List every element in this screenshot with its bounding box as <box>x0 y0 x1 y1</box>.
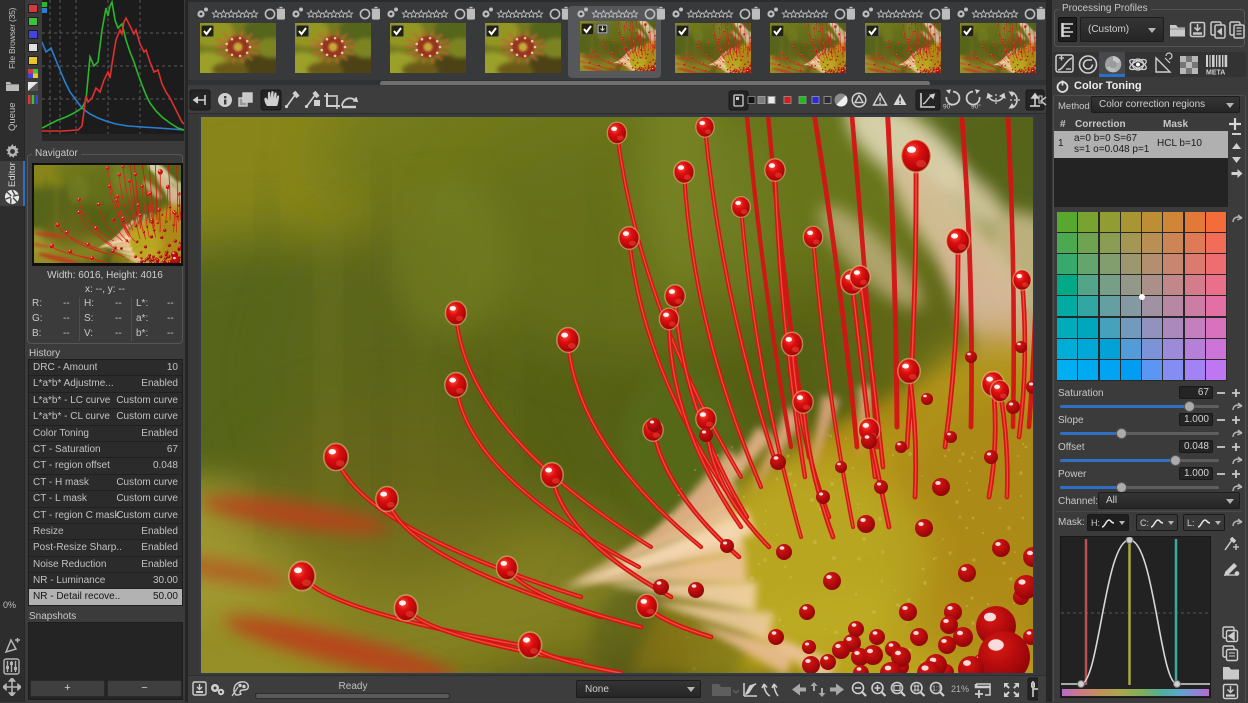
svg-text:1:1: 1:1 <box>932 686 942 693</box>
svg-text:90°: 90° <box>943 103 953 111</box>
svg-text:90°: 90° <box>971 103 981 111</box>
svg-text:21%: 21% <box>951 684 969 694</box>
svg-text:META: META <box>1206 70 1225 77</box>
